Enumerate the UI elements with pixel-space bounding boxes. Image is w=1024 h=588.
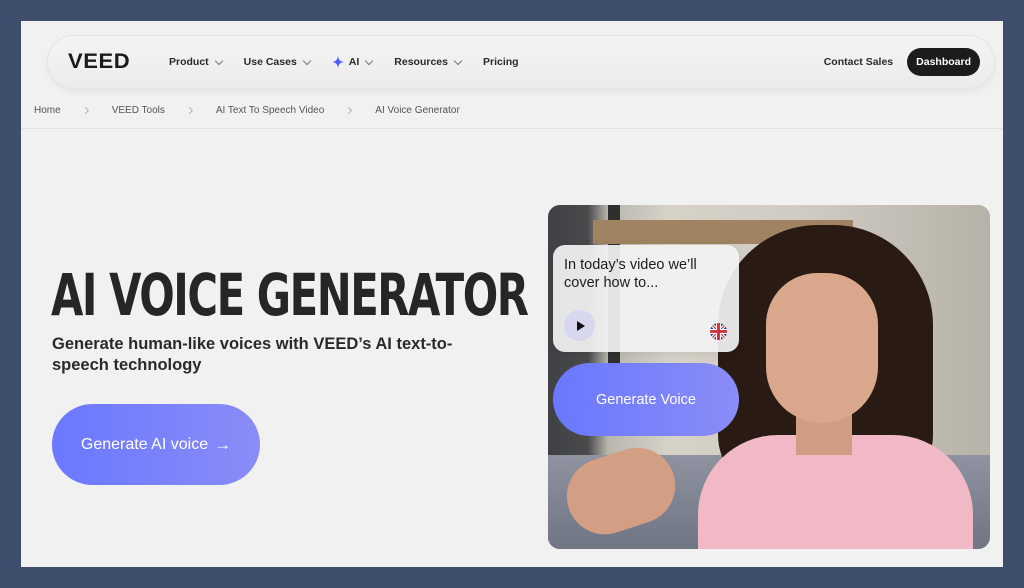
- cta-label: Generate AI voice: [80, 435, 209, 453]
- nav-item-product[interactable]: Product: [169, 56, 223, 68]
- breadcrumb-veed-tools[interactable]: VEED Tools: [112, 105, 165, 116]
- chevron-right-icon: [81, 106, 89, 115]
- contact-sales-link[interactable]: Contact Sales: [824, 56, 893, 68]
- speech-card: In today’s video we’ll cover how to...: [553, 245, 739, 352]
- generate-ai-voice-button[interactable]: Generate AI voice →: [52, 404, 260, 485]
- chevron-right-icon: [185, 106, 193, 115]
- sparkle-icon: [331, 56, 344, 68]
- uk-flag-icon: [710, 323, 727, 340]
- dashboard-button[interactable]: Dashboard: [907, 48, 980, 76]
- nav-item-label: Pricing: [483, 56, 519, 68]
- nav-item-resources[interactable]: Resources: [394, 56, 463, 68]
- arrow-right-icon: →: [214, 434, 232, 454]
- hero-subtitle: Generate human-like voices with VEED’s A…: [52, 335, 453, 374]
- nav-item-use-cases[interactable]: Use Cases: [243, 56, 312, 68]
- hero-title: AI VOICE GENERATOR: [51, 261, 529, 329]
- nav-menu: Product Use Cases AI Resources Pricing: [169, 56, 519, 68]
- play-icon: [576, 320, 585, 331]
- nav-item-label: Resources: [394, 56, 448, 68]
- breadcrumb-current: AI Voice Generator: [375, 105, 460, 116]
- divider: [21, 128, 1003, 129]
- chevron-right-icon: [345, 106, 353, 115]
- navbar: VEED Product Use Cases AI Resources Pric…: [48, 36, 994, 88]
- play-button[interactable]: [564, 310, 595, 341]
- chevron-down-icon: [453, 56, 463, 65]
- veed-logo[interactable]: VEED: [68, 50, 174, 74]
- page: VEED Product Use Cases AI Resources Pric…: [21, 21, 1003, 567]
- nav-actions: Contact Sales Dashboard: [824, 48, 980, 76]
- nav-item-label: Use Cases: [243, 56, 297, 68]
- speech-text: In today’s video we’ll cover how to...: [564, 257, 697, 291]
- nav-item-label: Product: [169, 56, 209, 68]
- chevron-down-icon: [214, 56, 223, 65]
- nav-item-label: AI: [348, 56, 360, 68]
- chevron-down-icon: [365, 56, 374, 65]
- generate-voice-button[interactable]: Generate Voice: [553, 363, 739, 436]
- breadcrumb: Home VEED Tools AI Text To Speech Video …: [34, 105, 460, 116]
- nav-item-ai[interactable]: AI: [331, 56, 374, 68]
- breadcrumb-ai-text-to-speech[interactable]: AI Text To Speech Video: [216, 105, 324, 116]
- breadcrumb-home[interactable]: Home: [34, 105, 61, 116]
- presenter-face: [766, 273, 878, 423]
- nav-item-pricing[interactable]: Pricing: [483, 56, 519, 68]
- chevron-down-icon: [302, 56, 312, 65]
